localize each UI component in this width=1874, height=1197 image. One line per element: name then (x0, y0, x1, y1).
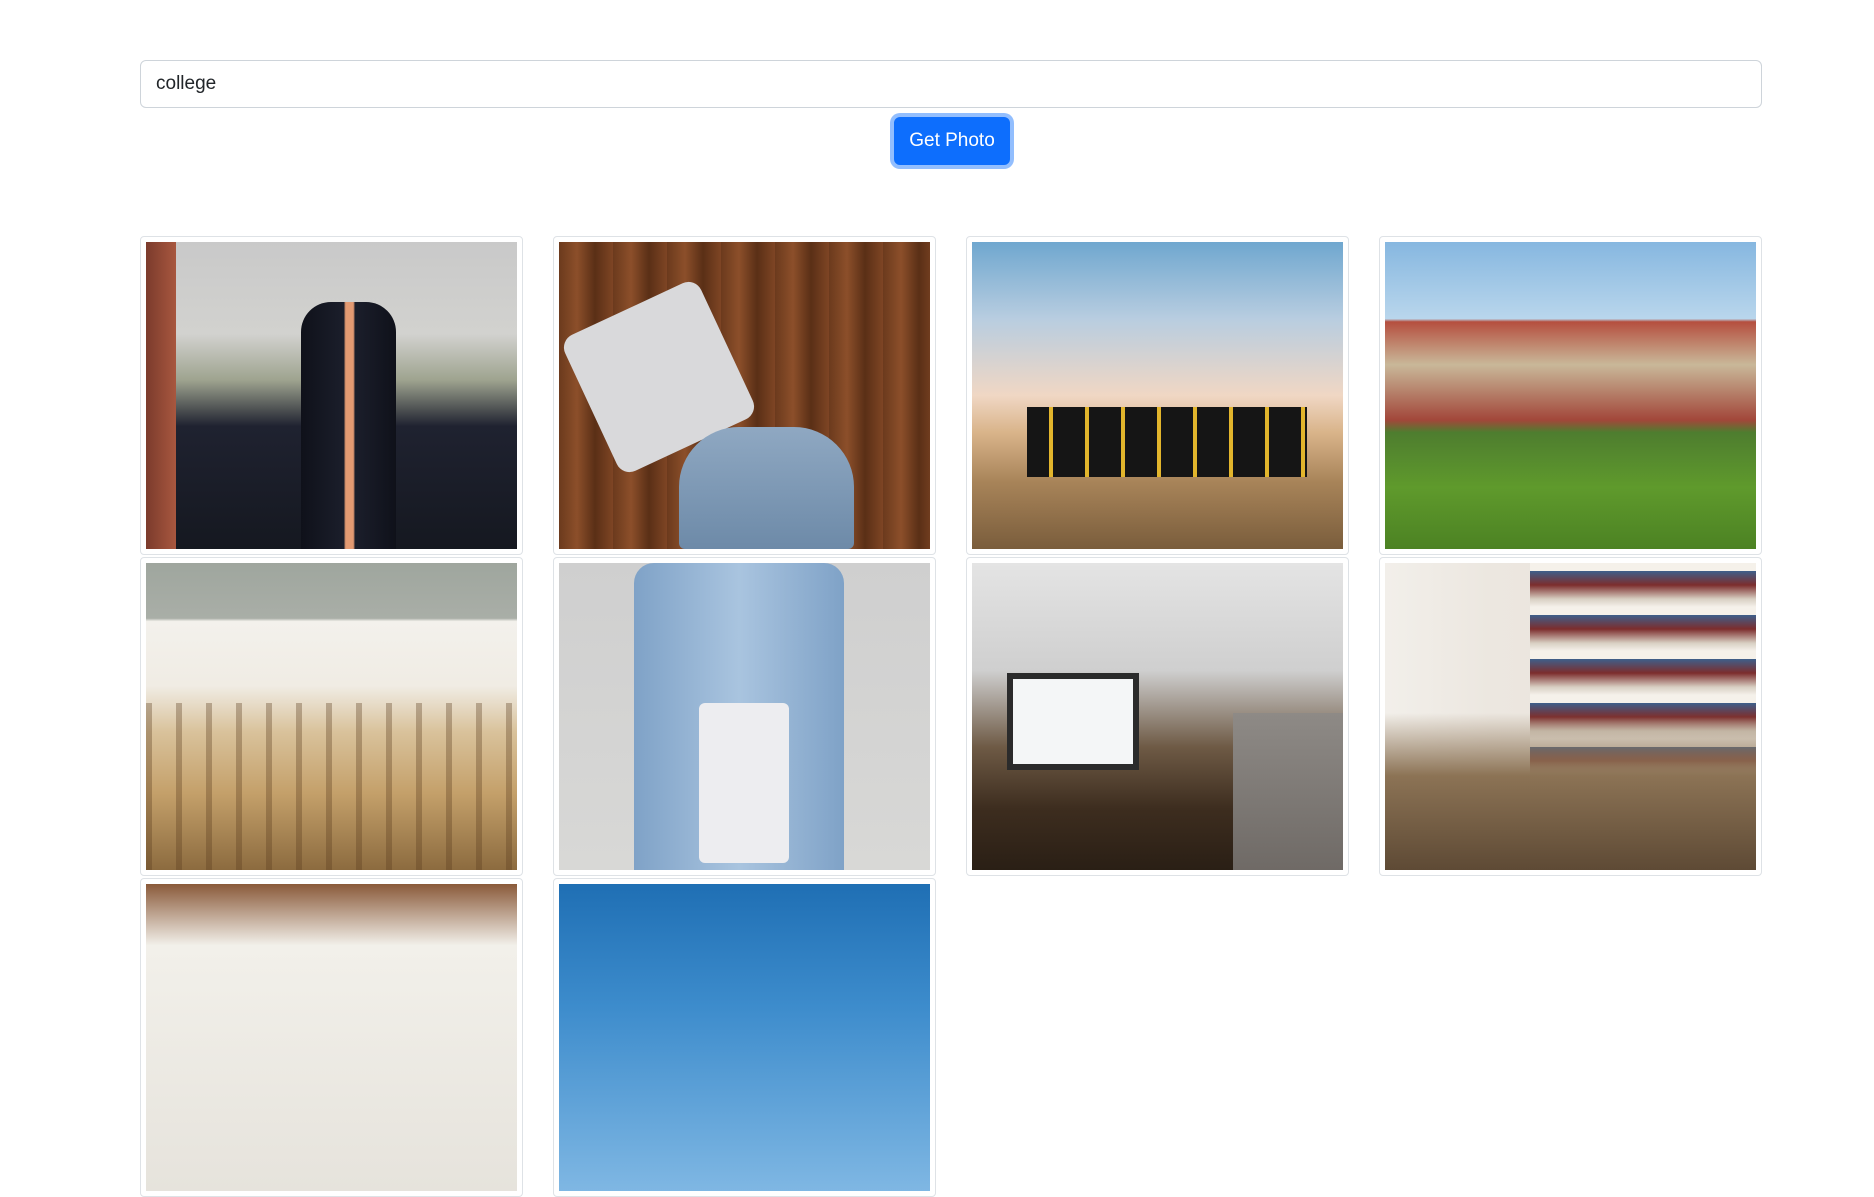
graduates-throwing-caps-photo (972, 242, 1343, 549)
button-row: Get Photo (140, 117, 1762, 165)
get-photo-button[interactable]: Get Photo (894, 117, 1010, 165)
blue-sky-tower-photo (559, 884, 930, 1191)
graduation-crowd-photo (146, 242, 517, 549)
photo-card[interactable] (553, 236, 936, 555)
search-form: Get Photo (140, 60, 1762, 165)
photo-grid (140, 236, 1762, 1197)
student-holding-books-photo (559, 563, 930, 870)
photo-card[interactable] (1379, 236, 1762, 555)
campus-building-lawn-photo (1385, 242, 1756, 549)
photo-card[interactable] (1379, 557, 1762, 876)
classroom-ceiling-photo (146, 884, 517, 1191)
photo-card[interactable] (553, 557, 936, 876)
photo-card[interactable] (966, 236, 1349, 555)
photo-card[interactable] (140, 236, 523, 555)
lecture-hall-photo (972, 563, 1343, 870)
photo-card[interactable] (140, 557, 523, 876)
photo-card[interactable] (966, 557, 1349, 876)
students-in-library-photo (1385, 563, 1756, 870)
search-input[interactable] (140, 60, 1762, 108)
photo-card[interactable] (553, 878, 936, 1197)
empty-auditorium-seats-photo (146, 563, 517, 870)
photo-card[interactable] (140, 878, 523, 1197)
laptop-notebook-backpack-photo (559, 242, 930, 549)
